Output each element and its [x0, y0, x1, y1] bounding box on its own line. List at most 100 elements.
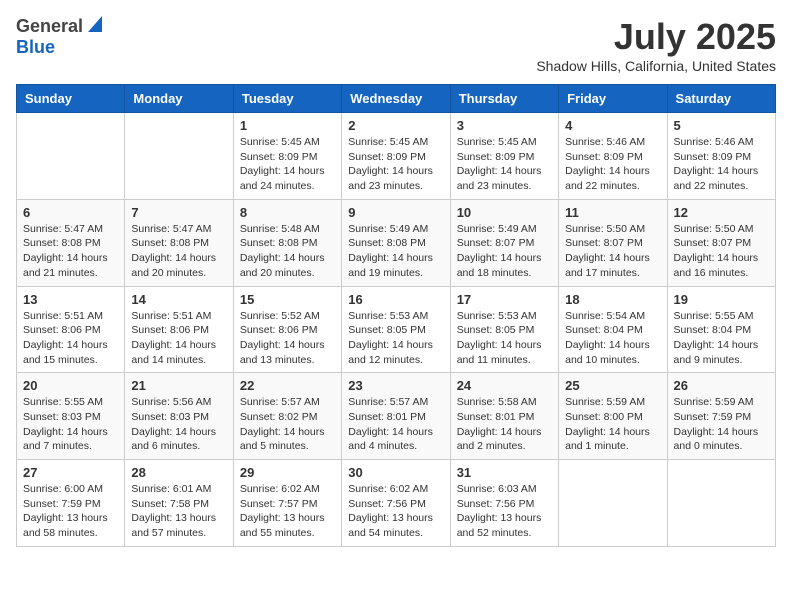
day-number: 7 [131, 205, 226, 220]
calendar-cell: 10Sunrise: 5:49 AMSunset: 8:07 PMDayligh… [450, 199, 558, 286]
day-info: Sunrise: 5:57 AMSunset: 8:02 PMDaylight:… [240, 395, 335, 454]
calendar-cell [667, 460, 775, 547]
week-row-1: 1 Sunrise: 5:45 AMSunset: 8:09 PMDaylight… [17, 113, 776, 200]
day-info: Sunrise: 5:45 AMSunset: 8:09 PMDaylight:… [240, 135, 335, 194]
calendar-cell: 17 Sunrise: 5:53 AMSunset: 8:05 PMDayligh… [450, 286, 558, 373]
day-info: Sunrise: 5:50 AMSunset: 8:07 PMDaylight:… [565, 222, 660, 281]
day-info: Sunrise: 5:46 AMSunset: 8:09 PMDaylight:… [565, 135, 660, 194]
day-info: Sunrise: 5:54 AMSunset: 8:04 PMDaylight:… [565, 309, 660, 368]
day-number: 27 [23, 465, 118, 480]
day-number: 26 [674, 378, 769, 393]
calendar-cell: 9Sunrise: 5:49 AMSunset: 8:08 PMDaylight… [342, 199, 450, 286]
day-number: 13 [23, 292, 118, 307]
day-number: 11 [565, 205, 660, 220]
day-info: Sunrise: 5:45 AMSunset: 8:09 PMDaylight:… [348, 135, 443, 194]
day-info: Sunrise: 5:47 AMSunset: 8:08 PMDaylight:… [131, 222, 226, 281]
calendar-cell: 1 Sunrise: 5:45 AMSunset: 8:09 PMDaylight… [233, 113, 341, 200]
calendar-cell: 13 Sunrise: 5:51 AMSunset: 8:06 PMDayligh… [17, 286, 125, 373]
calendar-cell: 15Sunrise: 5:52 AMSunset: 8:06 PMDayligh… [233, 286, 341, 373]
month-title: July 2025 [536, 16, 776, 58]
weekday-header-row: SundayMondayTuesdayWednesdayThursdayFrid… [17, 85, 776, 113]
day-number: 17 [457, 292, 552, 307]
calendar-cell: 11 Sunrise: 5:50 AMSunset: 8:07 PMDayligh… [559, 199, 667, 286]
calendar-cell: 4 Sunrise: 5:46 AMSunset: 8:09 PMDaylight… [559, 113, 667, 200]
day-info: Sunrise: 5:52 AMSunset: 8:06 PMDaylight:… [240, 309, 335, 368]
calendar-cell: 20 Sunrise: 5:55 AMSunset: 8:03 PMDayligh… [17, 373, 125, 460]
weekday-header-saturday: Saturday [667, 85, 775, 113]
weekday-header-friday: Friday [559, 85, 667, 113]
calendar-cell [125, 113, 233, 200]
logo: General Blue [16, 16, 102, 58]
calendar-cell: 22 Sunrise: 5:57 AMSunset: 8:02 PMDayligh… [233, 373, 341, 460]
day-info: Sunrise: 6:00 AMSunset: 7:59 PMDaylight:… [23, 482, 118, 541]
day-info: Sunrise: 5:59 AMSunset: 8:00 PMDaylight:… [565, 395, 660, 454]
day-info: Sunrise: 5:51 AMSunset: 8:06 PMDaylight:… [23, 309, 118, 368]
calendar-cell: 29 Sunrise: 6:02 AMSunset: 7:57 PMDayligh… [233, 460, 341, 547]
day-info: Sunrise: 5:45 AMSunset: 8:09 PMDaylight:… [457, 135, 552, 194]
day-number: 19 [674, 292, 769, 307]
day-number: 12 [674, 205, 769, 220]
calendar-cell: 2 Sunrise: 5:45 AMSunset: 8:09 PMDaylight… [342, 113, 450, 200]
day-info: Sunrise: 5:57 AMSunset: 8:01 PMDaylight:… [348, 395, 443, 454]
calendar-cell: 8 Sunrise: 5:48 AMSunset: 8:08 PMDaylight… [233, 199, 341, 286]
title-area: July 2025 Shadow Hills, California, Unit… [536, 16, 776, 74]
day-number: 1 [240, 118, 335, 133]
day-number: 22 [240, 378, 335, 393]
day-info: Sunrise: 5:46 AMSunset: 8:09 PMDaylight:… [674, 135, 769, 194]
day-number: 20 [23, 378, 118, 393]
header: General Blue July 2025 Shadow Hills, Cal… [16, 16, 776, 74]
weekday-header-thursday: Thursday [450, 85, 558, 113]
calendar-cell: 28Sunrise: 6:01 AMSunset: 7:58 PMDayligh… [125, 460, 233, 547]
calendar-cell [17, 113, 125, 200]
day-info: Sunrise: 6:02 AMSunset: 7:57 PMDaylight:… [240, 482, 335, 541]
day-info: Sunrise: 5:56 AMSunset: 8:03 PMDaylight:… [131, 395, 226, 454]
calendar-cell: 21Sunrise: 5:56 AMSunset: 8:03 PMDayligh… [125, 373, 233, 460]
calendar-cell: 3 Sunrise: 5:45 AMSunset: 8:09 PMDaylight… [450, 113, 558, 200]
day-info: Sunrise: 5:59 AMSunset: 7:59 PMDaylight:… [674, 395, 769, 454]
day-number: 6 [23, 205, 118, 220]
calendar-cell: 18Sunrise: 5:54 AMSunset: 8:04 PMDayligh… [559, 286, 667, 373]
day-info: Sunrise: 5:47 AMSunset: 8:08 PMDaylight:… [23, 222, 118, 281]
calendar-cell: 7 Sunrise: 5:47 AMSunset: 8:08 PMDaylight… [125, 199, 233, 286]
day-number: 4 [565, 118, 660, 133]
calendar-table: SundayMondayTuesdayWednesdayThursdayFrid… [16, 84, 776, 547]
day-info: Sunrise: 6:03 AMSunset: 7:56 PMDaylight:… [457, 482, 552, 541]
day-info: Sunrise: 5:55 AMSunset: 8:03 PMDaylight:… [23, 395, 118, 454]
location-title: Shadow Hills, California, United States [536, 58, 776, 74]
day-number: 2 [348, 118, 443, 133]
day-number: 3 [457, 118, 552, 133]
day-number: 8 [240, 205, 335, 220]
day-number: 29 [240, 465, 335, 480]
day-number: 16 [348, 292, 443, 307]
calendar-cell: 30Sunrise: 6:02 AMSunset: 7:56 PMDayligh… [342, 460, 450, 547]
day-info: Sunrise: 5:55 AMSunset: 8:04 PMDaylight:… [674, 309, 769, 368]
calendar-cell: 19 Sunrise: 5:55 AMSunset: 8:04 PMDayligh… [667, 286, 775, 373]
day-number: 10 [457, 205, 552, 220]
logo-general-text: General [16, 16, 83, 37]
calendar-cell: 25 Sunrise: 5:59 AMSunset: 8:00 PMDayligh… [559, 373, 667, 460]
calendar-cell: 26 Sunrise: 5:59 AMSunset: 7:59 PMDayligh… [667, 373, 775, 460]
day-info: Sunrise: 5:53 AMSunset: 8:05 PMDaylight:… [348, 309, 443, 368]
weekday-header-monday: Monday [125, 85, 233, 113]
day-info: Sunrise: 6:01 AMSunset: 7:58 PMDaylight:… [131, 482, 226, 541]
calendar-cell: 23 Sunrise: 5:57 AMSunset: 8:01 PMDayligh… [342, 373, 450, 460]
day-number: 24 [457, 378, 552, 393]
weekday-header-tuesday: Tuesday [233, 85, 341, 113]
day-info: Sunrise: 5:58 AMSunset: 8:01 PMDaylight:… [457, 395, 552, 454]
calendar-cell: 14Sunrise: 5:51 AMSunset: 8:06 PMDayligh… [125, 286, 233, 373]
calendar-cell: 6 Sunrise: 5:47 AMSunset: 8:08 PMDaylight… [17, 199, 125, 286]
calendar-cell: 5 Sunrise: 5:46 AMSunset: 8:09 PMDaylight… [667, 113, 775, 200]
day-info: Sunrise: 5:53 AMSunset: 8:05 PMDaylight:… [457, 309, 552, 368]
day-info: Sunrise: 5:50 AMSunset: 8:07 PMDaylight:… [674, 222, 769, 281]
calendar-cell: 27 Sunrise: 6:00 AMSunset: 7:59 PMDayligh… [17, 460, 125, 547]
day-info: Sunrise: 5:48 AMSunset: 8:08 PMDaylight:… [240, 222, 335, 281]
week-row-2: 6 Sunrise: 5:47 AMSunset: 8:08 PMDaylight… [17, 199, 776, 286]
calendar-cell [559, 460, 667, 547]
day-info: Sunrise: 5:49 AMSunset: 8:08 PMDaylight:… [348, 222, 443, 281]
day-number: 25 [565, 378, 660, 393]
week-row-3: 13 Sunrise: 5:51 AMSunset: 8:06 PMDayligh… [17, 286, 776, 373]
day-number: 23 [348, 378, 443, 393]
week-row-4: 20 Sunrise: 5:55 AMSunset: 8:03 PMDayligh… [17, 373, 776, 460]
day-number: 5 [674, 118, 769, 133]
logo-triangle-icon [88, 16, 102, 37]
